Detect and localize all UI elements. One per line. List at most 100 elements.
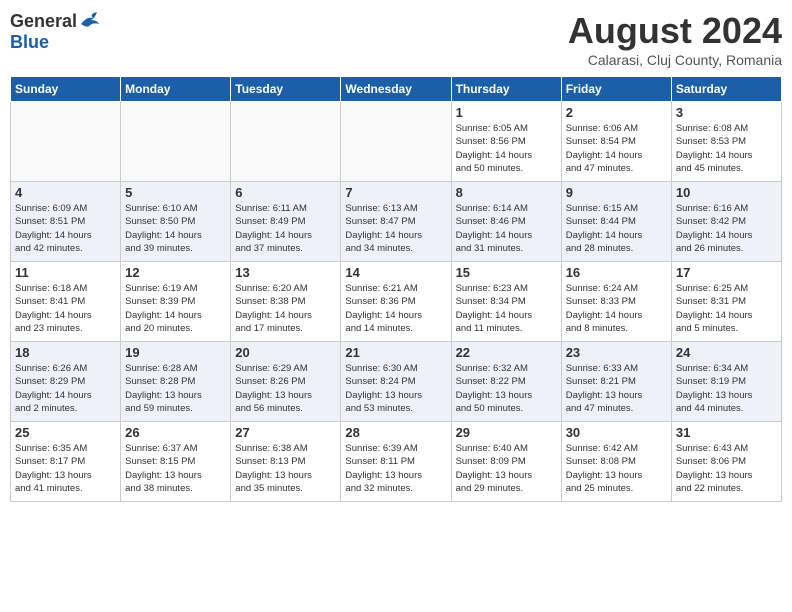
day-info-text: Sunrise: 6:18 AM Sunset: 8:41 PM Dayligh… <box>15 282 116 335</box>
day-number: 9 <box>566 185 667 200</box>
day-info-text: Sunrise: 6:15 AM Sunset: 8:44 PM Dayligh… <box>566 202 667 255</box>
calendar-day-cell: 27Sunrise: 6:38 AM Sunset: 8:13 PM Dayli… <box>231 422 341 502</box>
day-info-text: Sunrise: 6:34 AM Sunset: 8:19 PM Dayligh… <box>676 362 777 415</box>
calendar-day-cell: 28 Sunrise: 6:39 AM Sunset: 8:11 PM Dayli… <box>341 422 451 502</box>
day-info-text: Sunrise: 6:06 AM Sunset: 8:54 PM Dayligh… <box>566 122 667 175</box>
calendar-day-cell: 24 Sunrise: 6:34 AM Sunset: 8:19 PM Dayli… <box>671 342 781 422</box>
day-number: 1 <box>456 105 557 120</box>
calendar-day-cell: 3 Sunrise: 6:08 AM Sunset: 8:53 PM Daylig… <box>671 102 781 182</box>
logo-general-text: General <box>10 11 77 32</box>
day-info-text: Sunrise: 6:08 AM Sunset: 8:53 PM Dayligh… <box>676 122 777 175</box>
calendar-day-cell: 21 Sunrise: 6:30 AM Sunset: 8:24 PM Dayli… <box>341 342 451 422</box>
calendar-day-cell: 31 Sunrise: 6:43 AM Sunset: 8:06 PM Dayli… <box>671 422 781 502</box>
calendar-day-cell: 16 Sunrise: 6:24 AM Sunset: 8:33 PM Dayli… <box>561 262 671 342</box>
calendar-day-cell: 22Sunrise: 6:32 AM Sunset: 8:22 PM Dayli… <box>451 342 561 422</box>
calendar-day-cell: 26Sunrise: 6:37 AM Sunset: 8:15 PM Dayli… <box>121 422 231 502</box>
calendar-day-cell: 4 Sunrise: 6:09 AM Sunset: 8:51 PM Daylig… <box>11 182 121 262</box>
day-info-text: Sunrise: 6:09 AM Sunset: 8:51 PM Dayligh… <box>15 202 116 255</box>
calendar-header-row: SundayMondayTuesdayWednesdayThursdayFrid… <box>11 77 782 102</box>
day-info-text: Sunrise: 6:35 AM Sunset: 8:17 PM Dayligh… <box>15 442 116 495</box>
day-info-text: Sunrise: 6:40 AM Sunset: 8:09 PM Dayligh… <box>456 442 557 495</box>
day-info-text: Sunrise: 6:20 AM Sunset: 8:38 PM Dayligh… <box>235 282 336 335</box>
day-info-text: Sunrise: 6:30 AM Sunset: 8:24 PM Dayligh… <box>345 362 446 415</box>
day-number: 11 <box>15 265 116 280</box>
day-info-text: Sunrise: 6:14 AM Sunset: 8:46 PM Dayligh… <box>456 202 557 255</box>
calendar-day-cell: 5Sunrise: 6:10 AM Sunset: 8:50 PM Daylig… <box>121 182 231 262</box>
calendar-day-cell: 14Sunrise: 6:21 AM Sunset: 8:36 PM Dayli… <box>341 262 451 342</box>
calendar-week-row: 1 Sunrise: 6:05 AM Sunset: 8:56 PM Daylig… <box>11 102 782 182</box>
page-header: General Blue August 2024 Calarasi, Cluj … <box>10 10 782 68</box>
day-number: 20 <box>235 345 336 360</box>
day-number: 31 <box>676 425 777 440</box>
day-info-text: Sunrise: 6:29 AM Sunset: 8:26 PM Dayligh… <box>235 362 336 415</box>
day-number: 12 <box>125 265 226 280</box>
day-info-text: Sunrise: 6:24 AM Sunset: 8:33 PM Dayligh… <box>566 282 667 335</box>
calendar-day-cell: 9 Sunrise: 6:15 AM Sunset: 8:44 PM Daylig… <box>561 182 671 262</box>
weekday-header: Sunday <box>11 77 121 102</box>
day-info-text: Sunrise: 6:10 AM Sunset: 8:50 PM Dayligh… <box>125 202 226 255</box>
calendar-week-row: 25 Sunrise: 6:35 AM Sunset: 8:17 PM Dayli… <box>11 422 782 502</box>
day-info-text: Sunrise: 6:13 AM Sunset: 8:47 PM Dayligh… <box>345 202 446 255</box>
logo-bird-icon <box>79 10 101 32</box>
day-number: 22 <box>456 345 557 360</box>
calendar-day-cell: 23 Sunrise: 6:33 AM Sunset: 8:21 PM Dayli… <box>561 342 671 422</box>
location-text: Calarasi, Cluj County, Romania <box>568 52 782 68</box>
day-info-text: Sunrise: 6:05 AM Sunset: 8:56 PM Dayligh… <box>456 122 557 175</box>
day-number: 13 <box>235 265 336 280</box>
logo: General Blue <box>10 10 101 53</box>
day-info-text: Sunrise: 6:23 AM Sunset: 8:34 PM Dayligh… <box>456 282 557 335</box>
day-info-text: Sunrise: 6:42 AM Sunset: 8:08 PM Dayligh… <box>566 442 667 495</box>
calendar-day-cell: 18Sunrise: 6:26 AM Sunset: 8:29 PM Dayli… <box>11 342 121 422</box>
calendar-day-cell: 17 Sunrise: 6:25 AM Sunset: 8:31 PM Dayli… <box>671 262 781 342</box>
calendar-day-cell: 1 Sunrise: 6:05 AM Sunset: 8:56 PM Daylig… <box>451 102 561 182</box>
weekday-header: Thursday <box>451 77 561 102</box>
day-number: 3 <box>676 105 777 120</box>
day-info-text: Sunrise: 6:25 AM Sunset: 8:31 PM Dayligh… <box>676 282 777 335</box>
day-number: 29 <box>456 425 557 440</box>
calendar-day-cell: 11 Sunrise: 6:18 AM Sunset: 8:41 PM Dayli… <box>11 262 121 342</box>
day-info-text: Sunrise: 6:28 AM Sunset: 8:28 PM Dayligh… <box>125 362 226 415</box>
weekday-header: Tuesday <box>231 77 341 102</box>
calendar-day-cell: 15 Sunrise: 6:23 AM Sunset: 8:34 PM Dayli… <box>451 262 561 342</box>
day-info-text: Sunrise: 6:38 AM Sunset: 8:13 PM Dayligh… <box>235 442 336 495</box>
day-number: 4 <box>15 185 116 200</box>
day-number: 28 <box>345 425 446 440</box>
day-number: 19 <box>125 345 226 360</box>
calendar-table: SundayMondayTuesdayWednesdayThursdayFrid… <box>10 76 782 502</box>
calendar-day-cell: 19 Sunrise: 6:28 AM Sunset: 8:28 PM Dayli… <box>121 342 231 422</box>
calendar-day-cell: 25 Sunrise: 6:35 AM Sunset: 8:17 PM Dayli… <box>11 422 121 502</box>
day-info-text: Sunrise: 6:39 AM Sunset: 8:11 PM Dayligh… <box>345 442 446 495</box>
calendar-day-cell <box>11 102 121 182</box>
day-info-text: Sunrise: 6:19 AM Sunset: 8:39 PM Dayligh… <box>125 282 226 335</box>
day-number: 21 <box>345 345 446 360</box>
calendar-day-cell: 13 Sunrise: 6:20 AM Sunset: 8:38 PM Dayli… <box>231 262 341 342</box>
day-number: 2 <box>566 105 667 120</box>
day-number: 30 <box>566 425 667 440</box>
day-number: 6 <box>235 185 336 200</box>
calendar-week-row: 18Sunrise: 6:26 AM Sunset: 8:29 PM Dayli… <box>11 342 782 422</box>
day-number: 25 <box>15 425 116 440</box>
day-info-text: Sunrise: 6:43 AM Sunset: 8:06 PM Dayligh… <box>676 442 777 495</box>
calendar-day-cell: 20 Sunrise: 6:29 AM Sunset: 8:26 PM Dayli… <box>231 342 341 422</box>
calendar-day-cell: 6Sunrise: 6:11 AM Sunset: 8:49 PM Daylig… <box>231 182 341 262</box>
calendar-week-row: 11 Sunrise: 6:18 AM Sunset: 8:41 PM Dayli… <box>11 262 782 342</box>
calendar-day-cell: 12 Sunrise: 6:19 AM Sunset: 8:39 PM Dayli… <box>121 262 231 342</box>
calendar-day-cell: 29 Sunrise: 6:40 AM Sunset: 8:09 PM Dayli… <box>451 422 561 502</box>
day-number: 15 <box>456 265 557 280</box>
day-number: 23 <box>566 345 667 360</box>
day-info-text: Sunrise: 6:33 AM Sunset: 8:21 PM Dayligh… <box>566 362 667 415</box>
day-info-text: Sunrise: 6:16 AM Sunset: 8:42 PM Dayligh… <box>676 202 777 255</box>
day-number: 16 <box>566 265 667 280</box>
day-number: 24 <box>676 345 777 360</box>
day-number: 18 <box>15 345 116 360</box>
day-number: 7 <box>345 185 446 200</box>
day-number: 17 <box>676 265 777 280</box>
calendar-day-cell: 2 Sunrise: 6:06 AM Sunset: 8:54 PM Daylig… <box>561 102 671 182</box>
weekday-header: Monday <box>121 77 231 102</box>
weekday-header: Friday <box>561 77 671 102</box>
weekday-header: Wednesday <box>341 77 451 102</box>
weekday-header: Saturday <box>671 77 781 102</box>
calendar-day-cell: 30 Sunrise: 6:42 AM Sunset: 8:08 PM Dayli… <box>561 422 671 502</box>
day-number: 26 <box>125 425 226 440</box>
month-title: August 2024 <box>568 10 782 52</box>
